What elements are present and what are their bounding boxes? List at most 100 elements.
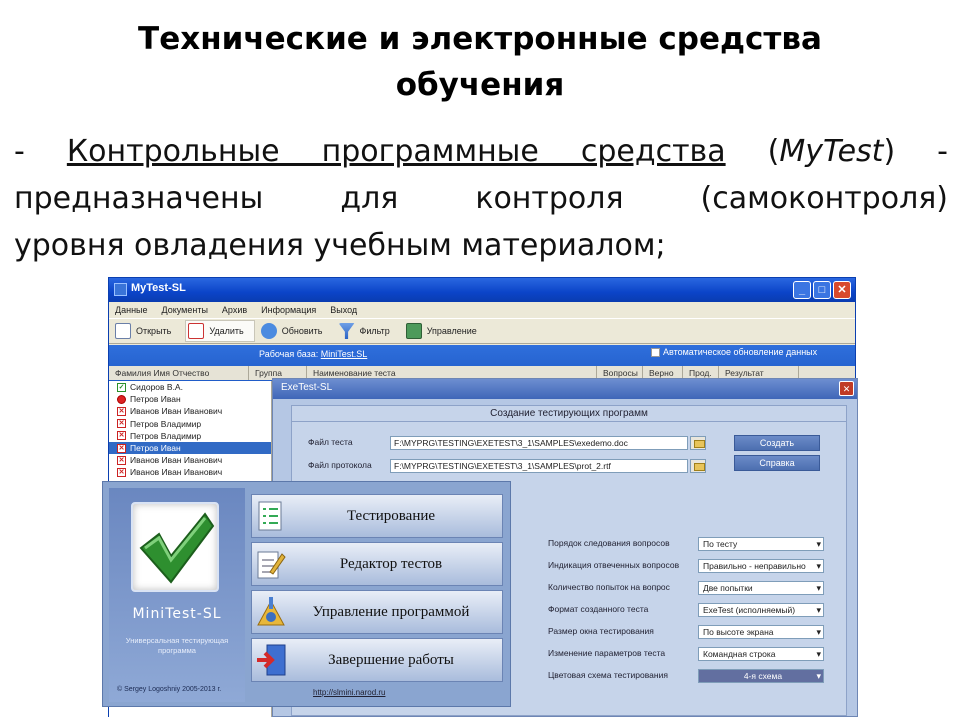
refresh-button[interactable]: Обновить [259,320,333,342]
user-name: Сидоров В.А. [130,382,183,393]
filter-icon [338,323,355,339]
menu-info[interactable]: Информация [261,305,316,315]
setting-params-select[interactable]: Командная строка [698,647,824,661]
minitest-window: MiniTest-SL Универсальная тестирующая пр… [102,481,511,707]
manage-icon [405,323,422,339]
workbase-caption: Рабочая база: [259,349,319,359]
test-file-field[interactable]: F:\MYPRG\TESTING\EXETEST\3_1\SAMPLES\exe… [390,436,688,450]
setting-color-scheme-select[interactable]: 4-я схема [698,669,824,683]
test-editor-button[interactable]: Редактор тестов [251,542,503,586]
user-name: Петров Владимир [130,430,202,441]
list-item[interactable]: ✕ Петров Владимир [109,430,271,442]
col-fio[interactable]: Фамилия Имя Отчество [109,366,249,380]
slide-title-line2: обучения [395,67,565,103]
cross-icon: ✕ [117,431,126,441]
mytest-title: MyTest-SL [131,282,186,294]
exit-button[interactable]: Завершение работы [251,638,503,682]
exetest-header: Создание тестирующих программ [292,406,846,422]
setting-indication-select[interactable]: Правильно - неправильно [698,559,824,573]
paren-close: ) - [883,134,948,169]
user-name: Петров Иван [130,394,181,405]
term-underlined: Контрольные программные средства [66,134,726,169]
list-item[interactable]: ✕ Иванов Иван Иванович [109,405,271,417]
close-button[interactable]: ✕ [833,281,851,299]
checkbox-icon [651,347,660,357]
delete-button[interactable]: Удалить [185,320,255,342]
protocol-file-label: Файл протокола [308,460,372,470]
exetest-close-button[interactable]: ✕ [839,381,854,396]
program-management-button[interactable]: Управление программой [251,590,503,634]
setting-order-select[interactable]: По тесту [698,537,824,551]
auto-update-checkbox[interactable]: Автоматическое обновление данных [651,347,817,357]
protocol-file-browse-icon[interactable] [690,459,706,473]
maximize-button[interactable]: □ [813,281,831,299]
manage-label: Управление [426,326,477,336]
paren-open: ( [725,134,780,169]
menu-documents[interactable]: Документы [162,305,208,315]
delete-label: Удалить [209,326,244,336]
body-line-1: - Контрольные программные средства (MyTe… [14,128,948,175]
cross-icon: ✕ [117,455,126,465]
create-button[interactable]: Создать [734,435,820,451]
workbase-value[interactable]: MiniTest.SL [321,349,368,359]
tools-icon [252,592,290,632]
user-name: Иванов Иван Иванович [130,467,223,478]
filter-label: Фильтр [359,326,390,336]
testing-button[interactable]: Тестирование [251,494,503,538]
setting-window-size-label: Размер окна тестирования [548,626,654,636]
body-line-2: предназначены для контроля (самоконтроля… [14,181,948,216]
setting-attempts-label: Количество попыток на вопрос [548,582,670,592]
minitest-subtitle: Универсальная тестирующая программа [125,636,229,655]
open-label: Открыть [136,326,172,336]
protocol-file-field[interactable]: F:\MYPRG\TESTING\EXETEST\3_1\SAMPLES\pro… [390,459,688,473]
list-item[interactable]: ✕ Иванов Иван Иванович [109,454,271,466]
test-editor-button-label: Редактор тестов [339,555,443,572]
workbase-label: Рабочая база: MiniTest.SL [259,349,367,359]
exetest-titlebar[interactable]: ExeTest-SL [273,379,857,399]
manage-button[interactable]: Управление [404,320,487,342]
refresh-label: Обновить [281,326,323,336]
setting-format-select[interactable]: ExeTest (исполняемый) [698,603,824,617]
product-name: MyTest [779,134,884,169]
check-icon: ✓ [117,382,126,392]
menu-data[interactable]: Данные [115,305,148,315]
setting-indication-label: Индикация отвеченных вопросов [548,560,680,570]
setting-attempts-select[interactable]: Две попытки [698,581,824,595]
test-file-label: Файл теста [308,437,353,447]
setting-order-label: Порядок следования вопросов [548,538,670,548]
mytest-titlebar[interactable]: MyTest-SL _ □ ✕ [109,278,855,302]
list-item-selected[interactable]: ✕ Петров Иван [109,441,271,455]
list-item[interactable]: Петров Иван [109,393,271,405]
user-name: Петров Владимир [130,418,202,429]
body-line-3: уровня овладения учебным материалом; [14,228,666,263]
cross-icon: ✕ [117,443,126,453]
minitest-url-link[interactable]: http://slmini.narod.ru [313,688,385,697]
setting-color-scheme-label: Цветовая схема тестирования [548,670,668,680]
help-button[interactable]: Справка [734,455,820,471]
filter-button[interactable]: Фильтр [337,320,400,342]
toolbar: Открыть Удалить Обновить Фильтр Управлен… [109,318,855,344]
list-item[interactable]: ✕ Иванов Иван Иванович [109,466,271,478]
slide-body-text: - Контрольные программные средства (MyTe… [14,128,948,269]
menu-archive[interactable]: Архив [222,305,247,315]
app-icon [114,283,127,296]
exetest-title: ExeTest-SL [281,382,333,393]
list-item[interactable]: ✓ Сидоров В.А. [109,381,271,393]
open-button[interactable]: Открыть [113,320,181,342]
exit-door-icon [252,640,290,680]
test-file-browse-icon[interactable] [690,436,706,450]
minimize-button[interactable]: _ [793,281,811,299]
setting-params-label: Изменение параметров теста [548,648,666,658]
list-item[interactable]: ✕ Петров Владимир [109,418,271,430]
checklist-icon [252,496,290,536]
menu-exit[interactable]: Выход [330,305,357,315]
user-name: Петров Иван [130,443,181,454]
cross-icon: ✕ [117,419,126,429]
user-name: Иванов Иван Иванович [130,406,223,417]
setting-window-size-select[interactable]: По высоте экрана [698,625,824,639]
testing-button-label: Тестирование [346,507,436,524]
checkmark-logo-icon [131,502,219,592]
minitest-app-name: MiniTest-SL [132,606,222,622]
edit-document-icon [252,544,290,584]
exit-button-label: Завершение работы [328,651,454,668]
